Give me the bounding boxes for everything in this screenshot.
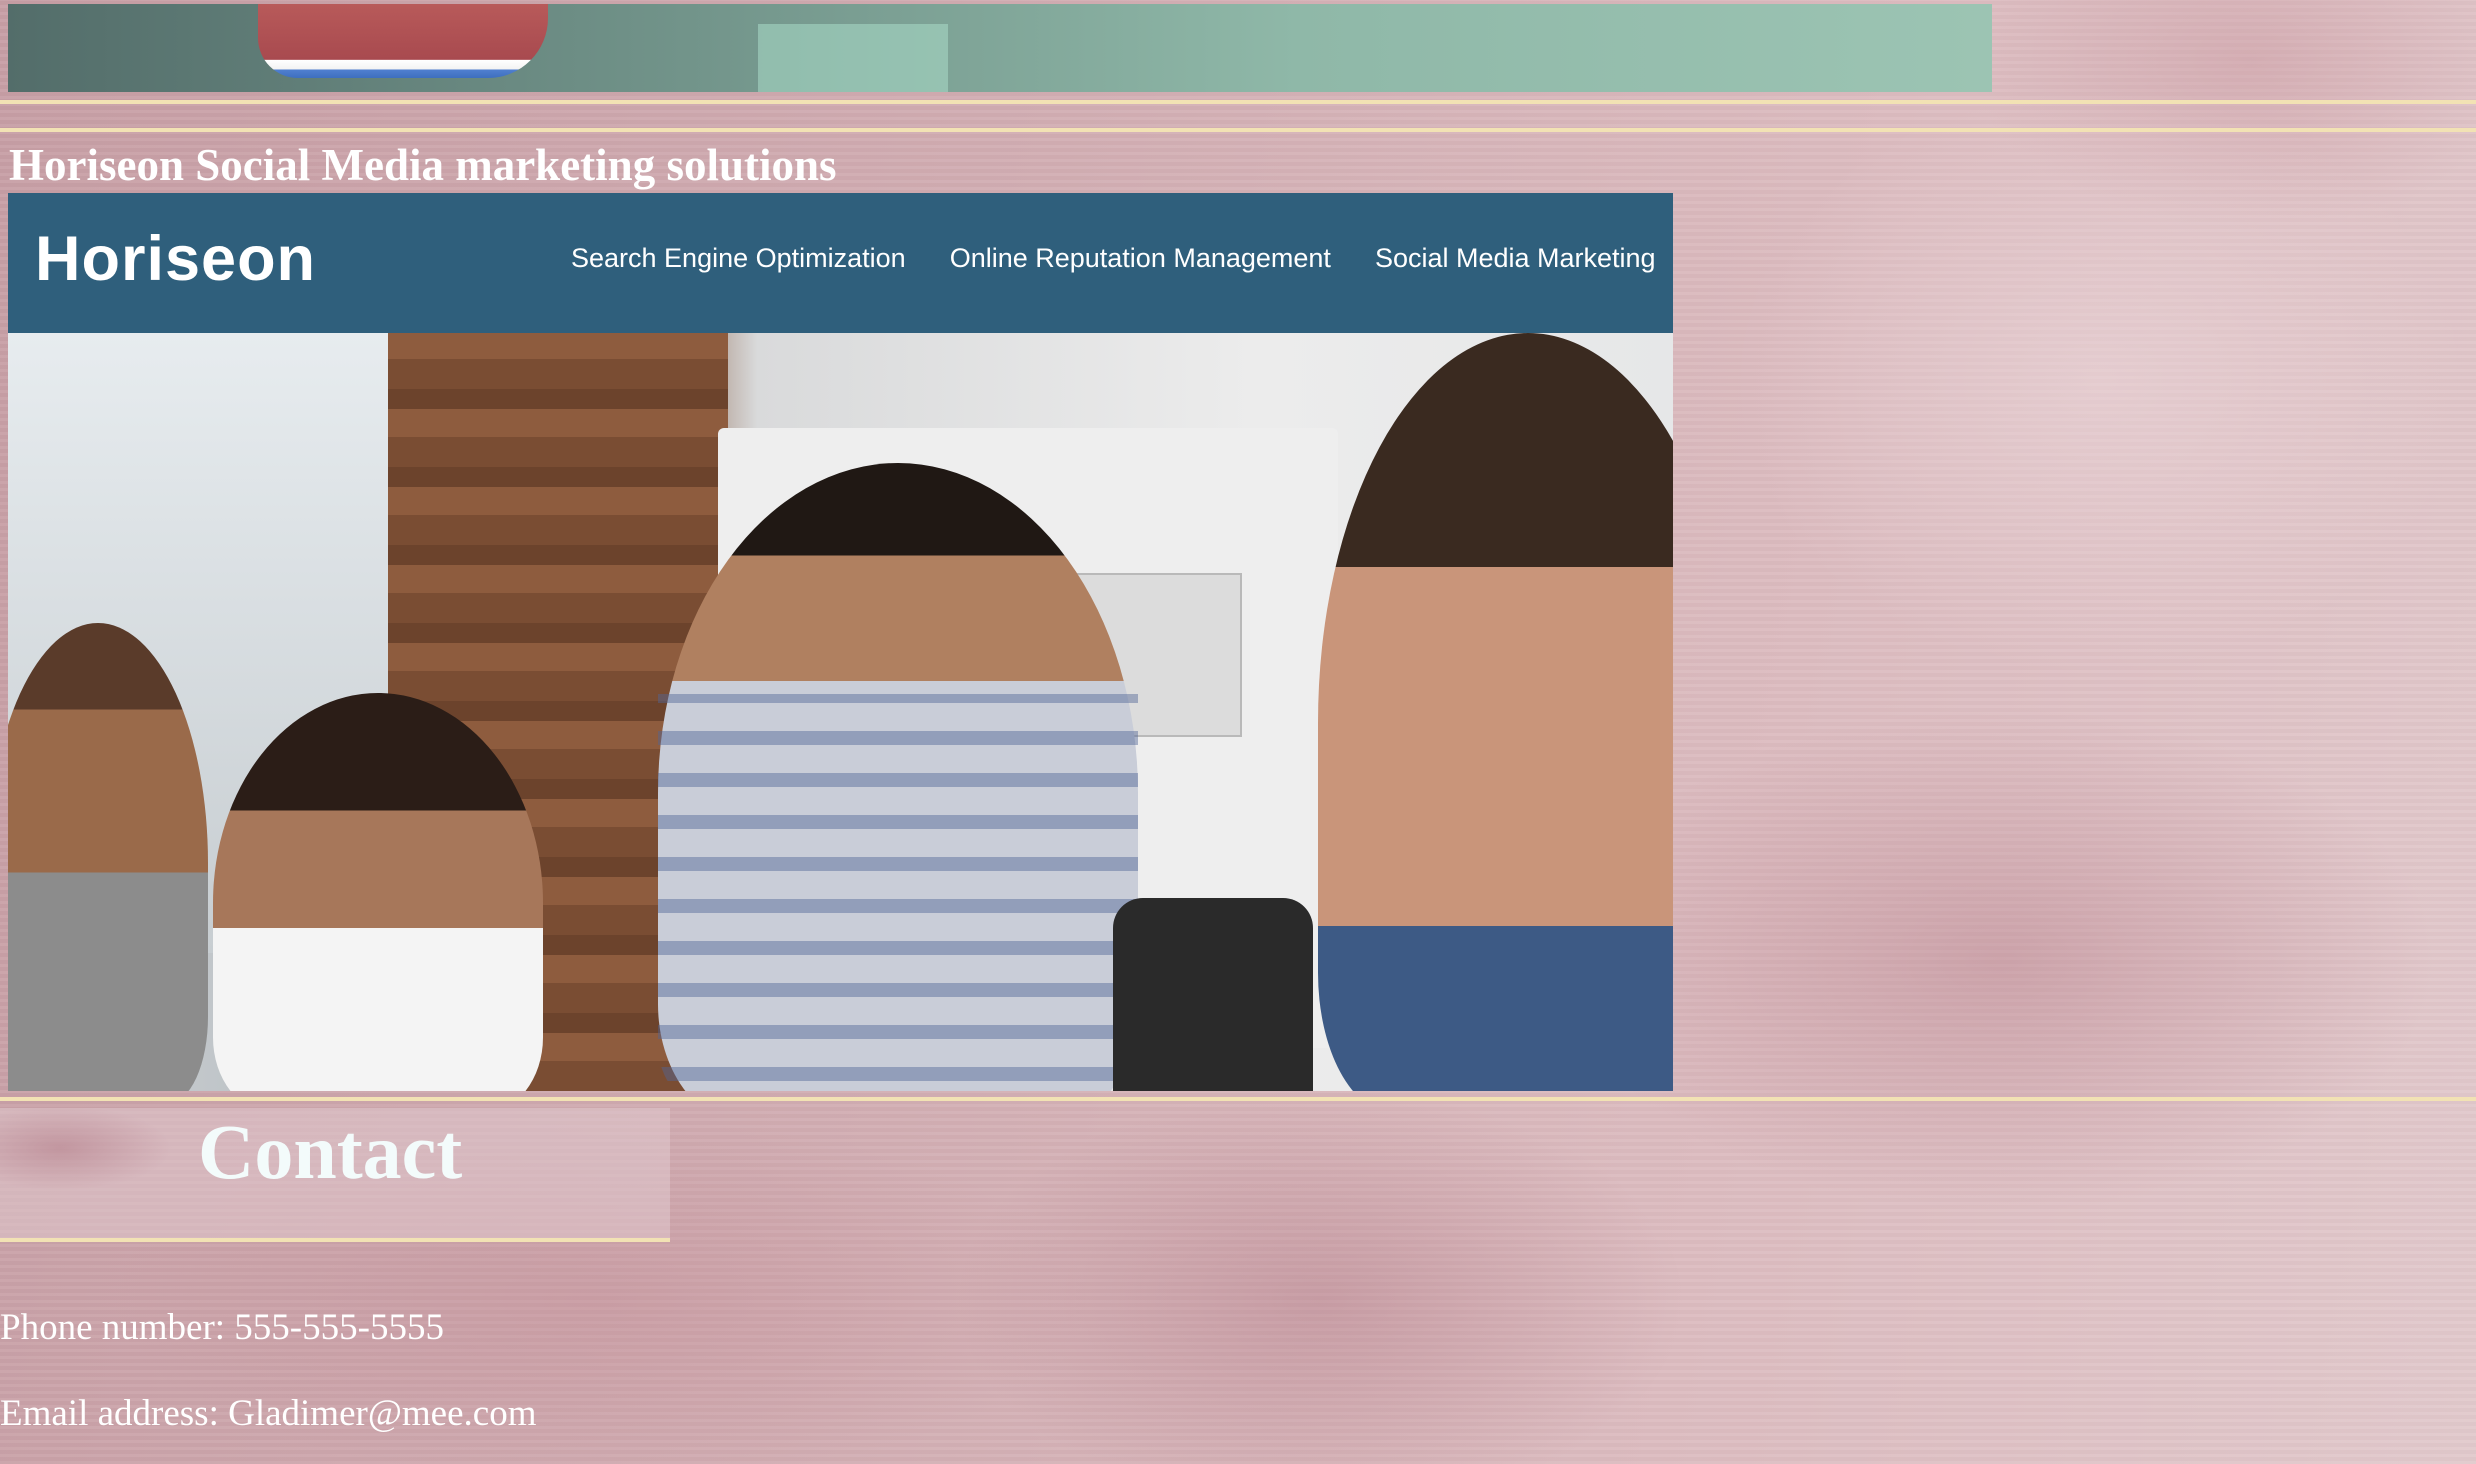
phone-number: Phone number: 555-555-5555: [0, 1307, 444, 1348]
divider-section: [0, 128, 2476, 132]
section-title: Horiseon Social Media marketing solution…: [9, 140, 837, 190]
screenshot-header: Horiseon Search Engine Optimization Onli…: [8, 193, 1673, 333]
divider-top: [0, 100, 2476, 104]
top-banner-image: [8, 4, 1992, 92]
person-curly-hair: [213, 693, 543, 1091]
team-photo: [8, 333, 1673, 1091]
road-marking: [758, 24, 948, 92]
screenshot-nav-item-seo: Search Engine Optimization: [571, 243, 906, 273]
person-foreground: [1318, 333, 1673, 1091]
screenshot-nav-item-smm: Social Media Marketing: [1374, 243, 1656, 273]
divider-bottom: [0, 1097, 2476, 1101]
email-address: Email address: Gladimer@mee.com: [0, 1393, 537, 1434]
screenshot-nav-item-orm: Online Reputation Management: [949, 243, 1331, 273]
sneaker-image: [258, 4, 548, 78]
office-chair: [1113, 898, 1313, 1091]
screenshot-logo: Horiseon: [35, 224, 317, 294]
contact-heading: Contact: [198, 1108, 463, 1195]
person-striped-shirt: [658, 463, 1138, 1091]
screenshot-nav: Search Engine Optimization Online Reputa…: [571, 243, 1656, 274]
website-screenshot: Horiseon Search Engine Optimization Onli…: [8, 193, 1673, 1091]
